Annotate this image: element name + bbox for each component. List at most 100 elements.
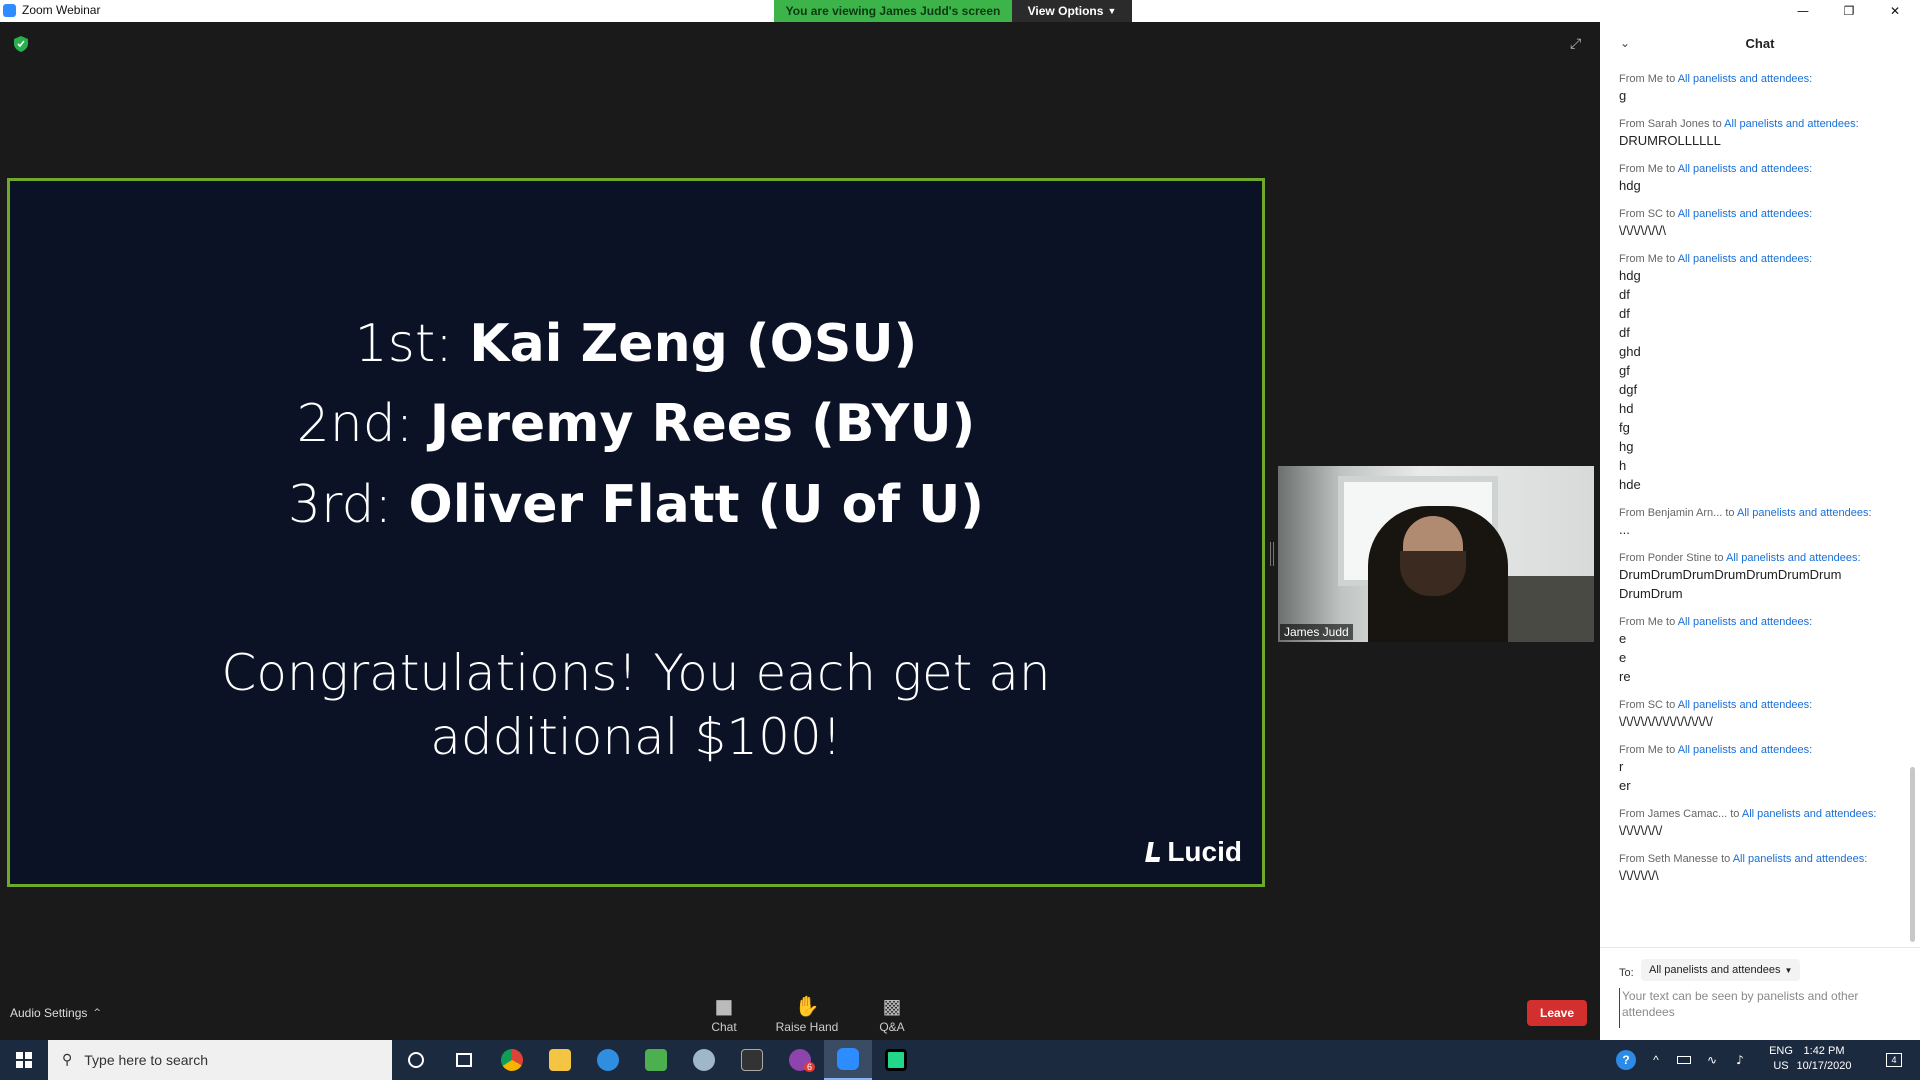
- terminal-icon[interactable]: [728, 1040, 776, 1080]
- chat-recipient-link[interactable]: All panelists and attendees:: [1678, 73, 1813, 85]
- chat-message-header: From Me to All panelists and attendees:: [1619, 252, 1905, 266]
- battery-icon[interactable]: [1672, 1040, 1696, 1080]
- chat-message-list[interactable]: From Me to All panelists and attendees: g…: [1619, 72, 1905, 952]
- input-language[interactable]: ENG US: [1766, 1044, 1796, 1074]
- start-button[interactable]: [0, 1040, 48, 1080]
- minimize-icon[interactable]: —: [1780, 0, 1826, 22]
- chat-input[interactable]: Your text can be seen by panelists and o…: [1619, 988, 1909, 1028]
- recipient-dropdown[interactable]: All panelists and attendees ▼: [1641, 959, 1801, 981]
- chat-recipient-link[interactable]: All panelists and attendees:: [1678, 744, 1813, 756]
- chat-recipient-link[interactable]: All panelists and attendees:: [1724, 118, 1859, 130]
- lucid-mark-icon: [1145, 842, 1164, 862]
- chat-recipient-link[interactable]: All panelists and attendees:: [1737, 507, 1872, 519]
- chat-recipient-link[interactable]: All panelists and attendees:: [1678, 208, 1813, 220]
- chat-recipient-link[interactable]: All panelists and attendees:: [1678, 163, 1813, 175]
- chat-message-text: fg: [1619, 420, 1630, 435]
- chat-message-text: \/\/\/\/\/\: [1619, 868, 1659, 883]
- chat-message-header: From Me to All panelists and attendees:: [1619, 615, 1905, 629]
- chat-footer-divider: [1600, 947, 1920, 948]
- chat-message-header: From SC to All panelists and attendees:: [1619, 207, 1905, 221]
- audio-settings-label: Audio Settings: [10, 1006, 88, 1020]
- view-options-label: View Options: [1027, 4, 1104, 18]
- window-title: Zoom Webinar: [22, 3, 101, 17]
- chat-message-text: DrumDrumDrumDrumDrumDrumDrum: [1619, 567, 1842, 582]
- chevron-up-icon[interactable]: ^: [1644, 1040, 1668, 1080]
- system-clock[interactable]: 1:42 PM 10/17/2020: [1794, 1044, 1854, 1074]
- chat-message-header: From Benjamin Arn... to All panelists an…: [1619, 506, 1905, 520]
- chat-message-text: hd: [1619, 401, 1634, 416]
- taskbar-search[interactable]: ⚲ Type here to search: [48, 1040, 392, 1080]
- qa-button[interactable]: ▩ Q&A: [852, 994, 932, 1034]
- task-view-icon[interactable]: [440, 1040, 488, 1080]
- participant-video[interactable]: James Judd: [1278, 466, 1594, 642]
- clock-date: 10/17/2020: [1796, 1060, 1852, 1072]
- chat-scrollbar[interactable]: [1910, 767, 1915, 942]
- chat-recipient-link[interactable]: All panelists and attendees:: [1678, 616, 1813, 628]
- edge-browser-icon[interactable]: [584, 1040, 632, 1080]
- chat-sender: From James Camac... to: [1619, 808, 1742, 820]
- second-place-name: Jeremy Rees (BYU): [429, 394, 976, 454]
- qa-bubbles-icon: ▩: [882, 994, 902, 1018]
- chat-message-text: r: [1619, 759, 1624, 774]
- chat-recipient-link[interactable]: All panelists and attendees:: [1742, 808, 1877, 820]
- chat-sender: From SC to: [1619, 699, 1678, 711]
- paint-icon[interactable]: [680, 1040, 728, 1080]
- second-place-label: 2nd:: [296, 394, 414, 454]
- chat-message-text: ...: [1619, 522, 1630, 537]
- chat-message-text: g: [1619, 88, 1627, 103]
- audio-settings-button[interactable]: Audio Settings ^: [10, 1006, 101, 1020]
- chat-sender: From Sarah Jones to: [1619, 118, 1725, 130]
- lang-code: ENG: [1769, 1045, 1793, 1057]
- zoom-taskbar-icon[interactable]: [824, 1040, 872, 1080]
- chat-recipient-link[interactable]: All panelists and attendees:: [1726, 552, 1861, 564]
- chat-sender: From Ponder Stine to: [1619, 552, 1726, 564]
- chat-message-text: hg: [1619, 439, 1634, 454]
- third-place-label: 3rd:: [287, 475, 392, 535]
- fullscreen-icon[interactable]: ⤢: [1570, 36, 1586, 52]
- wifi-icon[interactable]: ∿: [1700, 1040, 1724, 1080]
- restore-icon[interactable]: ❐: [1826, 0, 1872, 22]
- chat-button[interactable]: ■ Chat: [684, 994, 764, 1034]
- raise-hand-button[interactable]: ✋ Raise Hand: [767, 994, 847, 1034]
- file-explorer-icon[interactable]: [536, 1040, 584, 1080]
- chat-app-icon[interactable]: 6: [776, 1040, 824, 1080]
- chat-message-header: From Seth Manesse to All panelists and a…: [1619, 852, 1905, 866]
- notification-badge: 6: [804, 1062, 816, 1072]
- cortana-icon[interactable]: [392, 1040, 440, 1080]
- resize-handle[interactable]: [1270, 542, 1274, 566]
- chat-message: From Ponder Stine to All panelists and a…: [1619, 551, 1905, 603]
- congrats-line-2: additional $100!: [430, 708, 842, 766]
- chat-sender: From SC to: [1619, 208, 1678, 220]
- chevron-up-icon: ^: [93, 1008, 101, 1018]
- congrats-line-1: Congratulations! You each get an: [221, 644, 1051, 702]
- help-icon[interactable]: ?: [1612, 1040, 1640, 1080]
- volume-icon[interactable]: ♪: [1728, 1040, 1752, 1080]
- pycharm-icon[interactable]: [872, 1040, 920, 1080]
- lucid-logo-text: Lucid: [1167, 836, 1242, 867]
- chat-recipient-link[interactable]: All panelists and attendees:: [1733, 853, 1868, 865]
- chat-message: From SC to All panelists and attendees: \…: [1619, 207, 1905, 240]
- second-place-line: 2nd: Jeremy Rees (BYU): [10, 394, 1262, 454]
- chat-message-text: \/\/\/\/\/\/\: [1619, 223, 1666, 238]
- chat-recipient-link[interactable]: All panelists and attendees:: [1678, 253, 1813, 265]
- lucid-logo: Lucid: [1145, 836, 1242, 868]
- raise-hand-label: Raise Hand: [775, 1020, 839, 1034]
- chat-message: From Me to All panelists and attendees: h…: [1619, 162, 1905, 195]
- leave-button[interactable]: Leave: [1527, 1000, 1587, 1026]
- close-icon[interactable]: ✕: [1872, 0, 1918, 22]
- chat-message-text: hde: [1619, 477, 1641, 492]
- zoom-app-icon: [3, 4, 16, 17]
- first-place-name: Kai Zeng (OSU): [469, 314, 918, 374]
- chevron-down-icon: ▼: [1784, 965, 1793, 975]
- viewing-screen-banner: You are viewing James Judd's screen: [774, 0, 1012, 22]
- notepad-icon[interactable]: [632, 1040, 680, 1080]
- chat-message-header: From Ponder Stine to All panelists and a…: [1619, 551, 1905, 565]
- first-place-label: 1st:: [354, 314, 453, 374]
- chrome-icon[interactable]: [488, 1040, 536, 1080]
- first-place-line: 1st: Kai Zeng (OSU): [10, 314, 1262, 374]
- action-center-icon[interactable]: 4: [1876, 1040, 1912, 1080]
- chat-recipient-link[interactable]: All panelists and attendees:: [1678, 699, 1813, 711]
- qa-button-label: Q&A: [879, 1020, 905, 1034]
- view-options-button[interactable]: View Options ▼: [1012, 0, 1132, 22]
- chat-message: From Benjamin Arn... to All panelists an…: [1619, 506, 1905, 539]
